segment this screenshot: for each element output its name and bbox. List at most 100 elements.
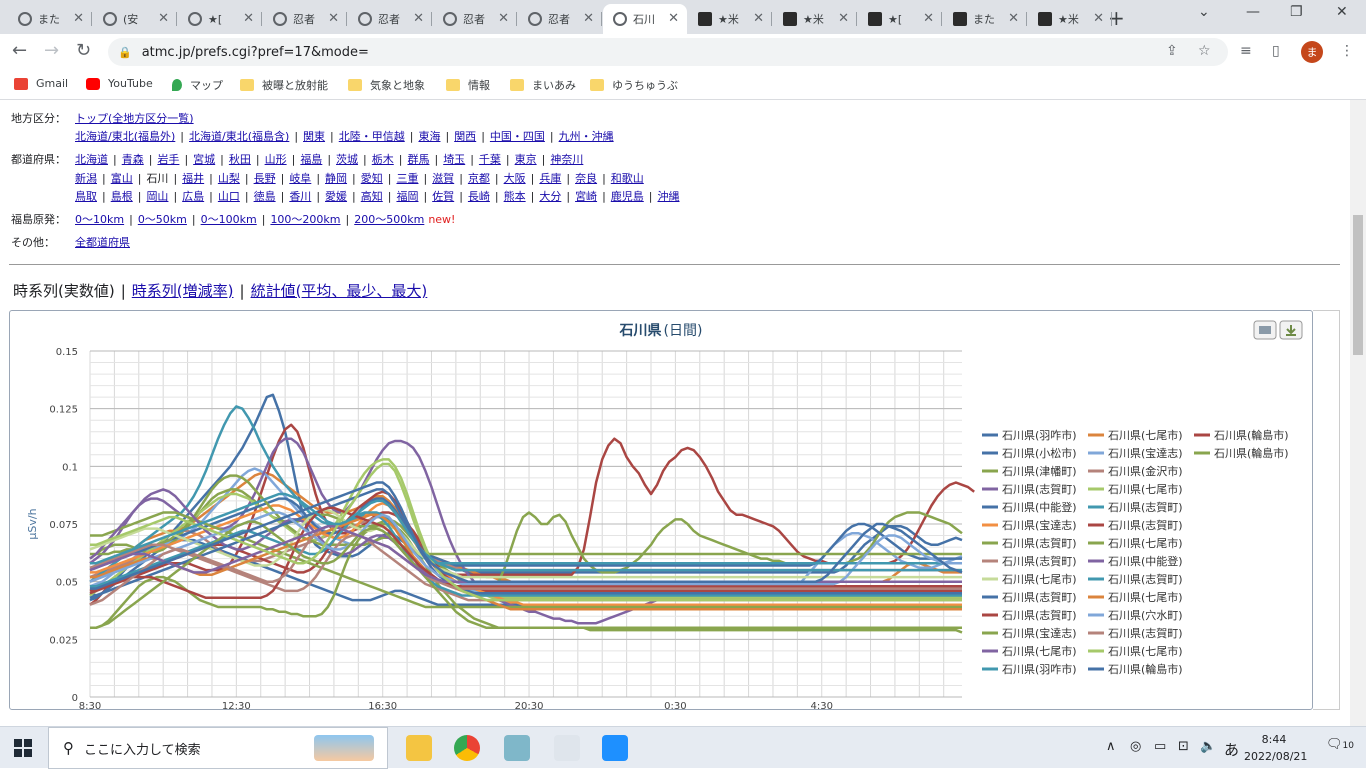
- explorer-icon[interactable]: [406, 735, 432, 761]
- chrome-icon[interactable]: [454, 735, 480, 761]
- prefecture-link[interactable]: 徳島: [254, 190, 276, 203]
- tray-icon[interactable]: ◎: [1130, 739, 1141, 754]
- notification-icon[interactable]: 🗨10: [1326, 737, 1354, 752]
- prefecture-link[interactable]: 山口: [218, 190, 240, 203]
- legend-item[interactable]: 石川県(羽咋市): [982, 662, 1077, 676]
- close-tab-icon[interactable]: ✕: [328, 11, 339, 26]
- browser-tab[interactable]: 忍者 ✕: [518, 4, 602, 34]
- bookmark-gmail[interactable]: Gmail: [14, 77, 68, 90]
- close-tab-icon[interactable]: ✕: [73, 11, 84, 26]
- all-prefectures-link[interactable]: 全都道府県: [75, 236, 130, 249]
- region-link[interactable]: 北海道/東北(福島含): [189, 130, 289, 143]
- legend-item[interactable]: 石川県(志賀町): [1088, 573, 1183, 586]
- download-button[interactable]: [1279, 320, 1303, 340]
- prefecture-link[interactable]: 福島: [300, 153, 322, 166]
- prefecture-link[interactable]: 和歌山: [611, 172, 644, 185]
- prefecture-link[interactable]: 熊本: [504, 190, 526, 203]
- prefecture-link[interactable]: 青森: [122, 153, 144, 166]
- close-tab-icon[interactable]: ✕: [923, 11, 934, 26]
- ime-indicator[interactable]: あ: [1224, 739, 1239, 760]
- legend-item[interactable]: 石川県(津幡町): [982, 464, 1077, 478]
- legend-item[interactable]: 石川県(志賀町): [1088, 627, 1183, 640]
- legend-item[interactable]: 石川県(中能登): [1088, 554, 1183, 568]
- prefecture-link[interactable]: 静岡: [325, 172, 347, 185]
- mode-link-rate[interactable]: 時系列(増減率): [132, 282, 234, 300]
- legend-item[interactable]: 石川県(宝達志): [982, 518, 1077, 532]
- legend-item[interactable]: 石川県(宝達志): [982, 626, 1077, 640]
- legend-item[interactable]: 石川県(輪島市): [1088, 662, 1183, 676]
- legend-item[interactable]: 石川県(宝達志): [1088, 446, 1183, 460]
- prefecture-link[interactable]: 福井: [182, 172, 204, 185]
- prefecture-link[interactable]: 宮城: [193, 153, 215, 166]
- browser-tab[interactable]: ★米 ✕: [773, 4, 857, 34]
- menu-icon[interactable]: ⋮: [1340, 43, 1354, 59]
- browser-tab[interactable]: (安 ✕: [93, 4, 177, 34]
- prefecture-link[interactable]: 北海道: [75, 153, 108, 166]
- prefecture-link[interactable]: 岐阜: [289, 172, 311, 185]
- legend-item[interactable]: 石川県(輪島市): [1194, 428, 1289, 442]
- prefecture-link[interactable]: 香川: [289, 190, 311, 203]
- prefecture-link[interactable]: 愛知: [361, 172, 383, 185]
- bookmark-maps[interactable]: マップ: [172, 77, 223, 93]
- lock-icon[interactable]: 🔒: [118, 46, 132, 59]
- legend-item[interactable]: 石川県(羽咋市): [982, 428, 1077, 442]
- prefecture-link[interactable]: 大分: [539, 190, 561, 203]
- region-link[interactable]: 北陸・甲信越: [339, 130, 405, 143]
- battery-icon[interactable]: ▭: [1154, 739, 1166, 754]
- reload-icon[interactable]: ↻: [76, 40, 91, 61]
- prefecture-link[interactable]: 沖縄: [658, 190, 680, 203]
- fukushima-range-link[interactable]: 0〜100km: [201, 213, 257, 226]
- bookmark-folder-2[interactable]: 気象と地象: [348, 77, 425, 93]
- prefecture-link[interactable]: 福岡: [396, 190, 418, 203]
- prefecture-link[interactable]: 三重: [396, 172, 418, 185]
- minimize-icon[interactable]: —: [1246, 4, 1260, 20]
- legend-item[interactable]: 石川県(七尾市): [1088, 482, 1183, 496]
- legend-item[interactable]: 石川県(小松市): [982, 446, 1077, 460]
- prefecture-link[interactable]: 新潟: [75, 172, 97, 185]
- close-tab-icon[interactable]: ✕: [838, 11, 849, 26]
- app-icon[interactable]: [504, 735, 530, 761]
- close-tab-icon[interactable]: ✕: [498, 11, 509, 26]
- address-bar[interactable]: 🔒 atmc.jp/prefs.cgi?pref=17&mode= ⇪ ☆: [108, 38, 1228, 66]
- prefecture-link[interactable]: 茨城: [336, 153, 358, 166]
- browser-tab[interactable]: ★[✕: [858, 4, 942, 34]
- scrollbar-thumb[interactable]: [1353, 215, 1363, 355]
- legend-item[interactable]: 石川県(志賀町): [982, 537, 1077, 550]
- prefecture-link[interactable]: 島根: [111, 190, 133, 203]
- app-icon[interactable]: [602, 735, 628, 761]
- prefecture-link[interactable]: 千葉: [479, 153, 501, 166]
- prefecture-link[interactable]: 鹿児島: [611, 190, 644, 203]
- prefecture-link[interactable]: 神奈川: [550, 153, 583, 166]
- prefecture-link[interactable]: 広島: [182, 190, 204, 203]
- bookmark-youtube[interactable]: YouTube: [86, 77, 153, 90]
- legend-item[interactable]: 石川県(七尾市): [1088, 590, 1183, 604]
- maximize-icon[interactable]: ❐: [1290, 4, 1303, 20]
- legend-item[interactable]: 石川県(志賀町): [982, 555, 1077, 568]
- legend-item[interactable]: 石川県(志賀町): [982, 591, 1077, 604]
- close-tab-icon[interactable]: ✕: [668, 11, 679, 26]
- legend-item[interactable]: 石川県(七尾市): [1088, 536, 1183, 550]
- prefecture-link[interactable]: 岡山: [146, 190, 168, 203]
- start-button[interactable]: [14, 739, 32, 757]
- region-link[interactable]: 関東: [303, 130, 325, 143]
- prefecture-link[interactable]: 栃木: [372, 153, 394, 166]
- volume-icon[interactable]: 🔈: [1200, 739, 1216, 754]
- bookmark-folder-4[interactable]: まいあみ: [510, 77, 576, 93]
- media-icon[interactable]: ≡: [1240, 43, 1252, 59]
- prefecture-link[interactable]: 鳥取: [75, 190, 97, 203]
- fukushima-range-link[interactable]: 200〜500km: [354, 213, 424, 226]
- legend-item[interactable]: 石川県(七尾市): [982, 644, 1077, 658]
- region-link[interactable]: 関西: [454, 130, 476, 143]
- prefecture-link[interactable]: 山梨: [218, 172, 240, 185]
- legend-item[interactable]: 石川県(中能登): [982, 500, 1077, 514]
- legend-item[interactable]: 石川県(志賀町): [982, 483, 1077, 496]
- legend-item[interactable]: 石川県(金沢市): [1088, 464, 1183, 478]
- mode-link-stats[interactable]: 統計値(平均、最少、最大): [251, 282, 428, 300]
- browser-tab[interactable]: ★米 ✕: [1028, 4, 1112, 34]
- region-link[interactable]: 東海: [418, 130, 440, 143]
- close-tab-icon[interactable]: ✕: [753, 11, 764, 26]
- prefecture-link[interactable]: 愛媛: [325, 190, 347, 203]
- close-tab-icon[interactable]: ✕: [1008, 11, 1019, 26]
- prefecture-link[interactable]: 兵庫: [539, 172, 561, 185]
- prefecture-link[interactable]: 長野: [254, 172, 276, 185]
